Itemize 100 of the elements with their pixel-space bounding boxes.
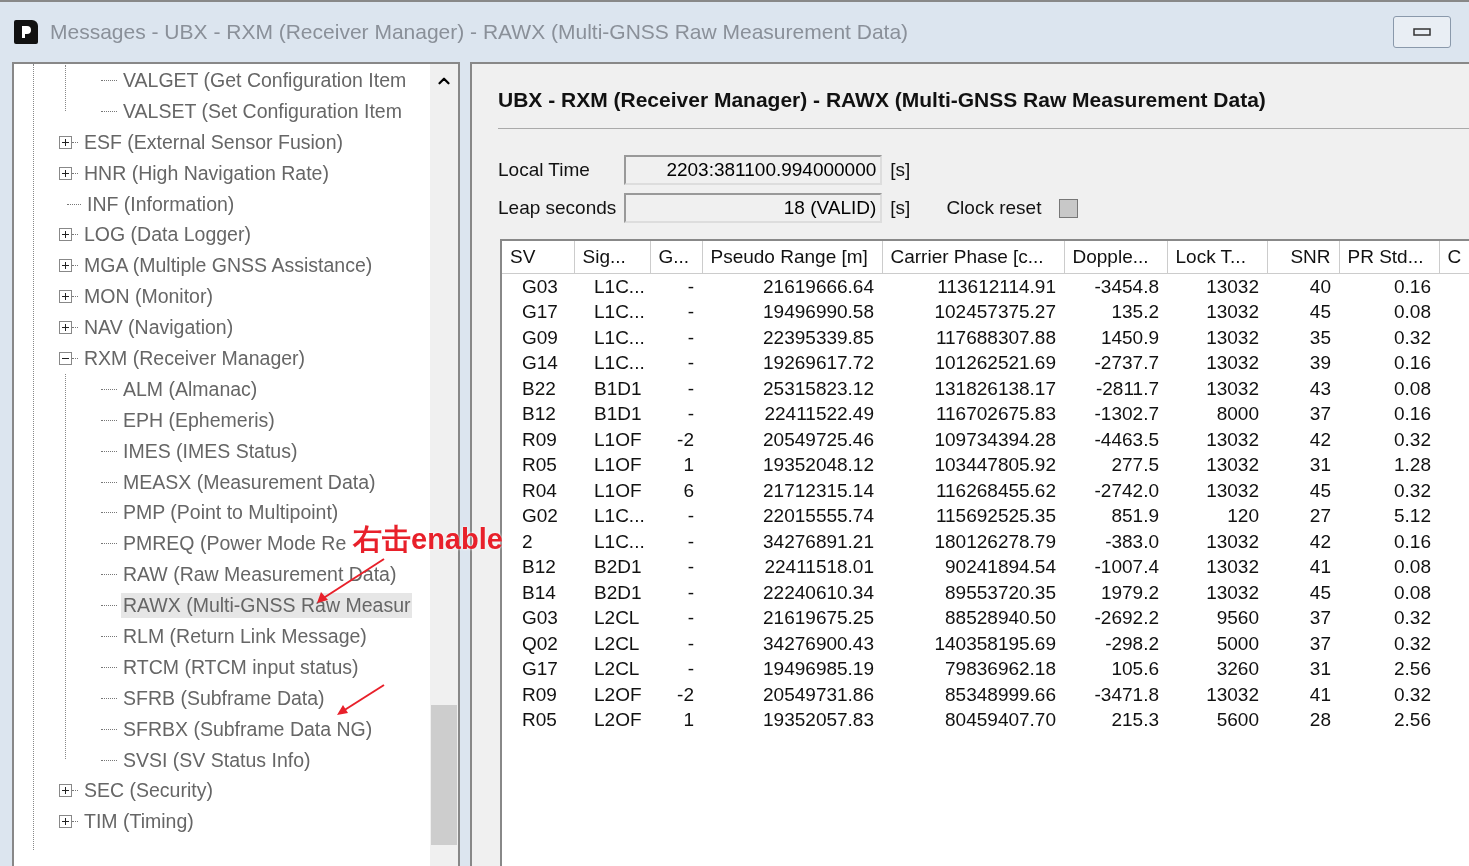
table-cell-text: -2692.2: [1093, 606, 1160, 631]
tree-item[interactable]: RLM (Return Link Message): [121, 623, 369, 649]
column-header[interactable]: PR Std...: [1339, 241, 1439, 274]
expand-toggle[interactable]: [59, 259, 72, 273]
tree-item[interactable]: VALSET (Set Configuration Item: [121, 98, 404, 124]
expand-toggle[interactable]: [59, 784, 72, 798]
table-cell-text: Q02: [521, 631, 559, 656]
column-header[interactable]: Carrier Phase [c...: [882, 241, 1064, 274]
table-cell-text: L2OF: [593, 682, 643, 707]
tree-item[interactable]: SFRB (Subframe Data): [121, 685, 327, 711]
table-cell-text: 31: [1308, 657, 1332, 682]
table-cell-text: 28: [1308, 708, 1332, 733]
tree-item[interactable]: TIM (Timing): [82, 809, 196, 835]
table-cell-text: B14: [521, 580, 557, 605]
tree-item[interactable]: MGA (Multiple GNSS Assistance): [82, 253, 375, 279]
table-cell-text: 0.32: [1393, 427, 1432, 452]
table-cell-text: 8000: [1215, 402, 1260, 427]
table-cell-text: B12: [521, 402, 557, 427]
scrollbar-thumb[interactable]: [431, 705, 457, 845]
tree-item[interactable]: ESF (External Sensor Fusion): [82, 129, 345, 155]
expand-toggle[interactable]: [59, 321, 72, 335]
table-cell-text: 0.08: [1393, 555, 1432, 580]
table-cell-text: -2742.0: [1093, 478, 1160, 503]
column-header[interactable]: Lock T...: [1167, 241, 1267, 274]
table-cell-text: 109734394.28: [933, 427, 1057, 452]
table-cell: L1C...: [574, 273, 650, 300]
tree-item[interactable]: MEASX (Measurement Data): [121, 469, 378, 495]
tree-item[interactable]: SEC (Security): [82, 778, 215, 804]
tree-item[interactable]: VALGET (Get Configuration Item: [121, 67, 409, 93]
column-header[interactable]: Dopple...: [1064, 241, 1167, 274]
tree-item[interactable]: IMES (IMES Status): [121, 438, 300, 464]
tree-item[interactable]: MON (Monitor): [82, 284, 215, 310]
table-cell-text: G17: [521, 300, 559, 325]
table-cell-text: 0.08: [1393, 376, 1432, 401]
tree-item[interactable]: RTCM (RTCM input status): [121, 654, 361, 680]
table-cell-text: -: [686, 504, 695, 529]
expand-toggle[interactable]: [59, 815, 72, 829]
tree-item[interactable]: PMREQ (Power Mode Re: [121, 531, 349, 557]
column-header[interactable]: G...: [650, 241, 702, 274]
table-cell-text: 1: [682, 453, 695, 478]
table-cell-text: 1979.2: [1099, 580, 1160, 605]
column-header[interactable]: Sig...: [574, 241, 650, 274]
tree-item[interactable]: EPH (Ephemeris): [121, 407, 277, 433]
tree-item[interactable]: LOG (Data Logger): [82, 222, 253, 248]
table-cell-text: 22411522.49: [763, 402, 875, 427]
column-header[interactable]: SV: [502, 241, 574, 274]
table-cell-text: 41: [1308, 555, 1332, 580]
expand-toggle[interactable]: [59, 290, 72, 304]
table-cell-text: 41: [1308, 682, 1332, 707]
table-cell-text: -: [686, 529, 695, 554]
table-cell-text: L2CL: [593, 657, 641, 682]
column-header[interactable]: Pseudo Range [m]: [702, 241, 882, 274]
table-cell-text: 20549731.86: [762, 682, 875, 707]
expand-toggle[interactable]: [59, 228, 72, 242]
restore-icon: [1413, 28, 1431, 36]
table-cell-text: -: [686, 351, 695, 376]
table-cell-text: 35: [1308, 325, 1332, 350]
restore-button[interactable]: [1393, 16, 1451, 48]
table-cell-text: 9560: [1215, 606, 1260, 631]
table-cell-text: G17: [521, 657, 559, 682]
table-cell-text: 3260: [1215, 657, 1260, 682]
table-cell-text: -2737.7: [1093, 351, 1160, 376]
table-cell-text: L2OF: [593, 708, 643, 733]
table-cell-text: 115692525.35: [934, 504, 1057, 529]
table-cell-text: 0.32: [1393, 478, 1432, 503]
tree-item[interactable]: INF (Information): [85, 191, 237, 217]
table-cell-text: -: [686, 325, 695, 350]
tree-item[interactable]: HNR (High Navigation Rate): [82, 160, 331, 186]
column-header[interactable]: C: [1439, 241, 1469, 274]
table-cell: -: [650, 273, 702, 300]
table-cell-text: L1C...: [593, 504, 646, 529]
table-cell-text: 117688307.88: [934, 325, 1057, 350]
table-cell-text: B12: [521, 555, 557, 580]
panel-heading: UBX - RXM (Receiver Manager) - RAWX (Multi-GNSS Raw Measurement Data): [498, 88, 1469, 129]
tree-item[interactable]: SVSI (SV Status Info): [121, 747, 313, 773]
table-cell-text: 103447805.92: [933, 453, 1057, 478]
column-header[interactable]: SNR: [1267, 241, 1339, 274]
table-cell-text: 37: [1308, 631, 1332, 656]
table-cell-text: -298.2: [1104, 631, 1160, 656]
tree-item[interactable]: NAV (Navigation): [82, 315, 236, 341]
table-cell-text: 34276891.21: [762, 529, 875, 554]
tree-item[interactable]: PMP (Point to Multipoint): [121, 500, 341, 526]
table-cell-text: 0.32: [1393, 606, 1432, 631]
table-cell-text: L1OF: [593, 453, 643, 478]
tree-item[interactable]: RAWX (Multi-GNSS Raw Measur: [121, 593, 413, 619]
value-field: 18 (VALID): [624, 193, 883, 223]
table-cell-text: 39: [1308, 351, 1332, 376]
expand-toggle[interactable]: [59, 135, 72, 149]
table-cell-text: 6: [682, 478, 695, 503]
expand-toggle[interactable]: [59, 351, 72, 365]
table-cell-text: 13032: [1205, 453, 1260, 478]
tree-item[interactable]: ALM (Almanac): [121, 376, 260, 402]
expand-toggle[interactable]: [59, 166, 72, 180]
table-cell-text: B22: [521, 376, 557, 401]
tree-item[interactable]: RXM (Receiver Manager): [82, 345, 308, 371]
table-cell-text: R04: [521, 478, 558, 503]
clock-reset-checkbox[interactable]: [1059, 198, 1079, 218]
tree-item[interactable]: SFRBX (Subframe Data NG): [121, 716, 375, 742]
table-cell-text: -: [686, 376, 695, 401]
table-cell-text: 89553720.35: [944, 580, 1057, 605]
